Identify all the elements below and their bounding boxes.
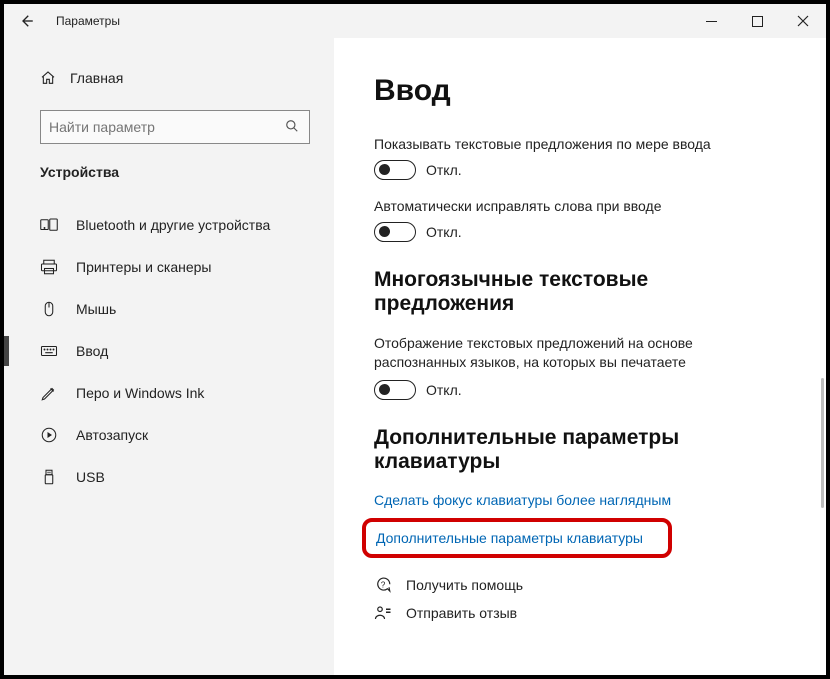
sidebar-item-autoplay[interactable]: Автозапуск: [4, 414, 334, 456]
sidebar: Главная Устройства Bluetooth и другие ус…: [4, 38, 334, 675]
toggle-state-text: Откл.: [426, 162, 462, 178]
section-heading-multilingual: Многоязычные текстовые предложения: [374, 268, 786, 316]
scrollbar-thumb[interactable]: [821, 378, 824, 508]
sidebar-item-label: Мышь: [76, 301, 116, 317]
sidebar-item-label: Перо и Windows Ink: [76, 385, 204, 401]
sidebar-item-pen[interactable]: Перо и Windows Ink: [4, 372, 334, 414]
close-button[interactable]: [780, 4, 826, 38]
toggle-knob: [379, 384, 390, 395]
toggle-state-text: Откл.: [426, 382, 462, 398]
sidebar-item-label: Ввод: [76, 343, 108, 359]
toggle-row: Откл.: [374, 380, 786, 400]
back-button[interactable]: [14, 9, 38, 33]
feedback-icon: [374, 604, 392, 622]
sidebar-item-usb[interactable]: USB: [4, 456, 334, 498]
minimize-button[interactable]: [688, 4, 734, 38]
minimize-icon: [706, 16, 717, 27]
search-icon: [275, 119, 309, 136]
svg-text:?: ?: [381, 580, 386, 589]
toggle-knob: [379, 226, 390, 237]
toggle-autocorrect[interactable]: [374, 222, 416, 242]
usb-icon: [40, 468, 58, 486]
maximize-button[interactable]: [734, 4, 780, 38]
sidebar-section-label: Устройства: [4, 144, 334, 194]
setting-label: Автоматически исправлять слова при вводе: [374, 198, 786, 214]
home-icon: [40, 70, 56, 86]
close-icon: [797, 15, 809, 27]
help-icon: ?: [374, 576, 392, 594]
give-feedback-link[interactable]: Отправить отзыв: [374, 604, 786, 622]
window-controls: [688, 4, 826, 38]
link-advanced-keyboard-settings[interactable]: Дополнительные параметры клавиатуры: [376, 530, 658, 546]
toggle-knob: [379, 164, 390, 175]
sidebar-item-printers[interactable]: Принтеры и сканеры: [4, 246, 334, 288]
sidebar-item-label: Принтеры и сканеры: [76, 259, 211, 275]
keyboard-icon: [40, 342, 58, 360]
setting-show-suggestions: Показывать текстовые предложения по мере…: [374, 136, 786, 180]
setting-multilingual: Отображение текстовых предложений на осн…: [374, 334, 786, 400]
maximize-icon: [752, 16, 763, 27]
sidebar-item-typing[interactable]: Ввод: [4, 330, 334, 372]
setting-autocorrect: Автоматически исправлять слова при вводе…: [374, 198, 786, 242]
titlebar: Параметры: [4, 4, 826, 38]
search-input[interactable]: [41, 119, 275, 135]
sidebar-item-mouse[interactable]: Мышь: [4, 288, 334, 330]
highlight-annotation: Дополнительные параметры клавиатуры: [362, 518, 672, 558]
titlebar-left: Параметры: [14, 9, 120, 33]
section-heading-advanced-keyboard: Дополнительные параметры клавиатуры: [374, 426, 786, 474]
autoplay-icon: [40, 426, 58, 444]
printer-icon: [40, 258, 58, 276]
window-title: Параметры: [56, 14, 120, 28]
window-frame: Параметры Главная: [0, 0, 830, 679]
sidebar-item-label: Автозапуск: [76, 427, 148, 443]
sidebar-item-label: Bluetooth и другие устройства: [76, 217, 270, 233]
toggle-row: Откл.: [374, 160, 786, 180]
settings-window: Параметры Главная: [4, 4, 826, 675]
search-box[interactable]: [40, 110, 310, 144]
sidebar-home[interactable]: Главная: [4, 64, 334, 92]
setting-label: Показывать текстовые предложения по мере…: [374, 136, 786, 152]
toggle-multilingual[interactable]: [374, 380, 416, 400]
sidebar-home-label: Главная: [70, 70, 123, 86]
feedback-label: Отправить отзыв: [406, 605, 517, 621]
sidebar-item-label: USB: [76, 469, 105, 485]
toggle-state-text: Откл.: [426, 224, 462, 240]
get-help-link[interactable]: ? Получить помощь: [374, 576, 786, 594]
link-keyboard-focus[interactable]: Сделать фокус клавиатуры более наглядным: [374, 492, 786, 508]
body: Главная Устройства Bluetooth и другие ус…: [4, 38, 826, 675]
content-area: Ввод Показывать текстовые предложения по…: [334, 38, 826, 675]
toggle-row: Откл.: [374, 222, 786, 242]
mouse-icon: [40, 300, 58, 318]
devices-icon: [40, 216, 58, 234]
pen-icon: [40, 384, 58, 402]
help-label: Получить помощь: [406, 577, 523, 593]
sidebar-nav: Bluetooth и другие устройства Принтеры и…: [4, 204, 334, 498]
toggle-show-suggestions[interactable]: [374, 160, 416, 180]
arrow-left-icon: [17, 12, 35, 30]
sidebar-item-bluetooth[interactable]: Bluetooth и другие устройства: [4, 204, 334, 246]
page-heading: Ввод: [374, 74, 786, 108]
setting-description: Отображение текстовых предложений на осн…: [374, 334, 774, 372]
